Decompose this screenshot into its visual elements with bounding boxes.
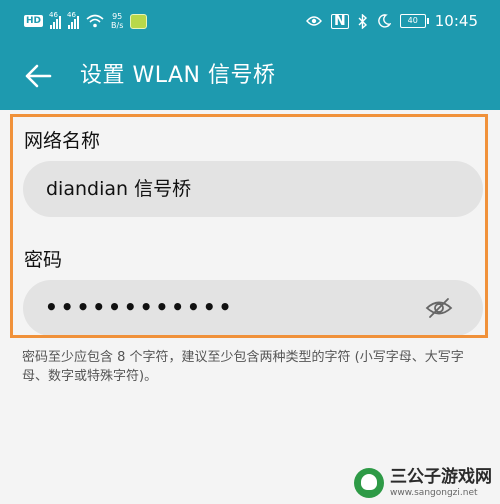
status-bar-right: N 40 10:45 <box>306 0 478 42</box>
nfc-icon: N <box>331 13 349 29</box>
eye-comfort-icon <box>306 16 322 26</box>
page-title: 设置 WLAN 信号桥 <box>80 63 276 88</box>
network-speed-unit: B/s <box>111 21 124 30</box>
clock-time: 10:45 <box>434 12 478 30</box>
bluetooth-icon <box>358 13 367 29</box>
hd-voice-badge: HD <box>24 15 44 27</box>
sim2-network-label: 46 <box>67 11 76 19</box>
back-button[interactable] <box>20 58 56 94</box>
network-speed-value: 95 <box>112 12 123 21</box>
watermark-text: 三公子游戏网 www.sangongzi.net <box>390 466 492 498</box>
battery-icon: 40 <box>399 14 429 28</box>
site-watermark: 三公子游戏网 www.sangongzi.net <box>354 468 492 498</box>
highlight-frame <box>10 114 488 338</box>
watermark-name: 三公子游戏网 <box>390 466 492 487</box>
sim1-signal-icon: 46 <box>49 11 62 29</box>
app-bar: HD 46 46 95 B/s N 40 10:45 设置 WLAN 信号桥 <box>0 0 500 110</box>
watermark-url: www.sangongzi.net <box>390 487 478 498</box>
wifi-icon <box>86 14 104 28</box>
network-speed: 95 B/s <box>111 12 123 30</box>
sim2-signal-icon: 46 <box>67 11 80 29</box>
password-hint-text: 密码至少应包含 8 个字符，建议至少包含两种类型的字符 (小写字母、大写字母、数… <box>22 350 464 384</box>
do-not-disturb-moon-icon <box>377 14 391 28</box>
status-bar-left: HD 46 46 95 B/s <box>24 0 148 42</box>
title-bar: 设置 WLAN 信号桥 <box>0 42 500 110</box>
status-bar: HD 46 46 95 B/s N 40 10:45 <box>0 0 500 42</box>
app-notification-icon <box>130 13 148 29</box>
sim1-network-label: 46 <box>49 11 58 19</box>
watermark-logo-icon <box>354 468 384 498</box>
back-arrow-icon <box>25 64 52 88</box>
